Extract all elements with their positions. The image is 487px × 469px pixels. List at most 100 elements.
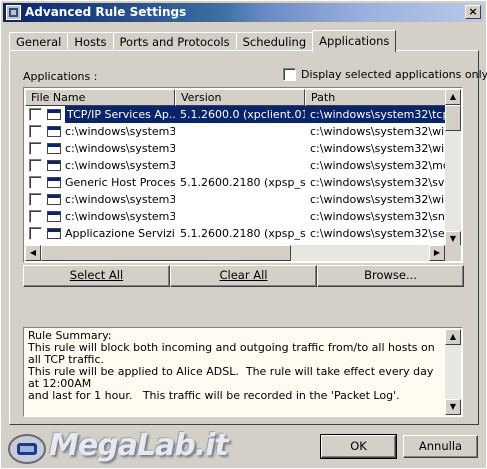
version-cell [175, 140, 305, 157]
file-name: c:\windows\system3... [65, 159, 175, 172]
rule-summary-text: Rule Summary: This rule will block both … [28, 329, 435, 402]
path-cell: c:\windows\system32\snmp [310, 210, 445, 223]
show-selected-only-checkbox[interactable] [283, 68, 296, 81]
application-file-icon [47, 143, 61, 154]
file-name: c:\windows\system3... [65, 193, 175, 206]
row-checkbox[interactable] [29, 227, 42, 240]
table-row[interactable]: c:\windows\system3... c:\windows\system32… [25, 191, 445, 208]
summary-vertical-scrollbar[interactable]: ▲ ▼ [445, 329, 461, 415]
application-file-icon [47, 160, 61, 171]
applications-label: Applications : [23, 70, 98, 83]
browse-label: Browse... [364, 268, 417, 282]
rule-summary-box[interactable]: Rule Summary: This rule will block both … [23, 327, 463, 417]
application-file-icon [47, 211, 61, 222]
path-cell: c:\windows\system32\mqsvc [310, 159, 445, 172]
ok-button[interactable]: OK [320, 434, 397, 459]
scroll-up-icon[interactable]: ▲ [445, 89, 461, 105]
table-row[interactable]: c:\windows\system3... c:\windows\system32… [25, 123, 445, 140]
file-name: c:\windows\system3... [65, 210, 175, 223]
tab-applications[interactable]: Applications [312, 30, 397, 52]
scroll-right-icon[interactable]: ▶ [429, 245, 445, 261]
file-name: c:\windows\system3... [65, 125, 175, 138]
table-row[interactable]: Applicazione Servizi ... 5.1.2600.2180 (x… [25, 225, 445, 242]
column-header-version[interactable]: Version [175, 89, 305, 106]
summary-scroll-down-icon[interactable]: ▼ [445, 399, 461, 415]
version-cell [175, 157, 305, 174]
applications-panel: Applications : Display selected applicat… [9, 50, 487, 425]
window-title: Advanced Rule Settings [25, 5, 187, 19]
path-cell: c:\windows\system32\svchost [310, 176, 445, 189]
file-name-cell: c:\windows\system3... [25, 157, 175, 174]
application-file-icon [47, 109, 61, 120]
list-action-buttons: Select All Clear All Browse... [23, 265, 464, 287]
applications-list-viewport: File Name Version Path TCP/IP Services A… [25, 89, 445, 247]
title-bar[interactable]: Advanced Rule Settings × [3, 3, 484, 22]
close-icon[interactable]: × [465, 5, 481, 19]
horizontal-scroll-thumb[interactable] [41, 245, 291, 261]
version-cell: 5.1.2600.2180 (xpsp_s... [180, 227, 305, 240]
table-row[interactable]: Generic Host Proces... 5.1.2600.2180 (xps… [25, 174, 445, 191]
cancel-button[interactable]: Annulla [403, 435, 478, 458]
row-checkbox[interactable] [29, 125, 42, 138]
version-cell: 5.1.2600.2180 (xpsp_s... [180, 176, 305, 189]
select-all-label: Select All [69, 268, 124, 282]
select-all-button[interactable]: Select All [23, 265, 170, 287]
file-name: Applicazione Servizi ... [65, 227, 175, 240]
table-row[interactable]: TCP/IP Services Ap... 5.1.2600.0 (xpclien… [25, 106, 445, 123]
megalab-watermark: MegaLab.it [5, 421, 229, 469]
file-name-cell: Generic Host Proces... [25, 174, 175, 191]
table-row[interactable]: c:\windows\system3... c:\windows\system32… [25, 157, 445, 174]
path-cell: c:\windows\system32\windows [310, 142, 445, 155]
file-name-cell: Applicazione Servizi ... [25, 225, 175, 242]
clear-all-button[interactable]: Clear All [170, 265, 317, 287]
row-checkbox[interactable] [29, 159, 42, 172]
file-name-cell: TCP/IP Services Ap... [25, 106, 175, 123]
watermark-text: MegaLab.it [49, 427, 229, 463]
show-selected-only-label: Display selected applications only [301, 68, 487, 81]
scrollbar-corner [445, 245, 461, 261]
advanced-rule-settings-window: Advanced Rule Settings × General Hosts P… [0, 0, 487, 469]
application-file-icon [47, 228, 61, 239]
application-file-icon [47, 194, 61, 205]
file-name: TCP/IP Services Ap... [65, 106, 175, 123]
app-icon [6, 5, 21, 20]
list-header: File Name Version Path [25, 89, 445, 106]
application-file-icon [47, 126, 61, 137]
file-name-cell: c:\windows\system3... [25, 191, 175, 208]
vertical-scroll-thumb[interactable] [445, 105, 461, 131]
version-cell: 5.1.2600.0 (xpclient.01... [175, 106, 305, 123]
path-cell: c:\windows\system32\windows [310, 193, 445, 206]
tab-strip: General Hosts Ports and Protocols Schedu… [9, 30, 397, 52]
tab-scheduling[interactable]: Scheduling [235, 32, 314, 51]
path-cell: c:\windows\system32\tcpsvcs.exe [305, 106, 445, 123]
list-horizontal-scrollbar[interactable]: ◀ ▶ [25, 245, 445, 261]
file-name: Generic Host Proces... [65, 176, 175, 189]
tab-ports-and-protocols[interactable]: Ports and Protocols [112, 32, 237, 51]
tab-general[interactable]: General [9, 32, 69, 51]
summary-scroll-up-icon[interactable]: ▲ [445, 329, 461, 345]
path-cell: c:\windows\system32\wins.exe [310, 125, 445, 138]
row-checkbox[interactable] [29, 210, 42, 223]
tab-hosts[interactable]: Hosts [67, 32, 114, 51]
path-cell: c:\windows\system32\servic [310, 227, 445, 240]
megalab-logo-icon [8, 434, 46, 464]
row-checkbox[interactable] [29, 142, 42, 155]
version-cell [175, 191, 305, 208]
show-selected-only-option[interactable]: Display selected applications only [283, 68, 487, 81]
column-header-path[interactable]: Path [305, 89, 445, 106]
row-checkbox[interactable] [29, 176, 42, 189]
scroll-left-icon[interactable]: ◀ [25, 245, 41, 261]
version-cell [175, 123, 305, 140]
table-row[interactable]: c:\windows\system3... c:\windows\system32… [25, 140, 445, 157]
application-file-icon [47, 177, 61, 188]
row-checkbox[interactable] [29, 108, 42, 121]
table-row[interactable]: c:\windows\system3... c:\windows\system32… [25, 208, 445, 225]
applications-list[interactable]: File Name Version Path TCP/IP Services A… [23, 87, 463, 263]
file-name-cell: c:\windows\system3... [25, 208, 175, 225]
list-vertical-scrollbar[interactable]: ▲ ▼ [445, 89, 461, 247]
file-name: c:\windows\system3... [65, 142, 175, 155]
browse-button[interactable]: Browse... [317, 265, 464, 287]
file-name-cell: c:\windows\system3... [25, 123, 175, 140]
column-header-file-name[interactable]: File Name [25, 89, 175, 106]
row-checkbox[interactable] [29, 193, 42, 206]
